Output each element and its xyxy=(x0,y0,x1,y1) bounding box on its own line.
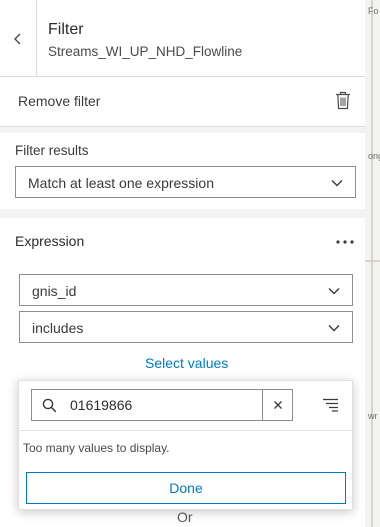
filter-results-label: Filter results xyxy=(15,143,89,158)
too-many-values-message: Too many values to display. xyxy=(23,441,170,455)
operator-select[interactable]: includes xyxy=(19,311,353,343)
close-icon xyxy=(274,401,282,409)
map-label: wr xyxy=(368,411,378,421)
match-mode-select[interactable]: Match at least one expression xyxy=(15,166,356,198)
more-options-icon[interactable] xyxy=(336,240,354,244)
back-button[interactable] xyxy=(0,0,37,76)
filter-list-icon[interactable] xyxy=(322,398,339,412)
select-values-link[interactable]: Select values xyxy=(145,355,228,371)
chevron-down-icon xyxy=(328,325,340,332)
remove-filter-row[interactable]: Remove filter xyxy=(0,77,365,127)
done-button[interactable]: Done xyxy=(26,472,346,504)
chevron-down-icon xyxy=(328,288,340,295)
popover-divider xyxy=(19,430,352,431)
filter-panel: Filter Streams_WI_UP_NHD_Flowline Remove… xyxy=(0,0,365,527)
chevron-left-icon xyxy=(14,33,21,45)
match-mode-value: Match at least one expression xyxy=(28,175,214,191)
remove-filter-label: Remove filter xyxy=(18,93,101,109)
field-select[interactable]: gnis_id xyxy=(19,274,353,306)
chevron-down-icon xyxy=(331,180,343,187)
value-search-input[interactable] xyxy=(70,395,250,415)
operator-select-value: includes xyxy=(32,320,84,336)
map-view-edge[interactable]: Fo ong wr xyxy=(365,0,380,527)
or-separator: Or xyxy=(177,509,193,525)
map-label: Fo xyxy=(368,6,379,16)
field-select-value: gnis_id xyxy=(32,283,77,299)
trash-icon[interactable] xyxy=(335,91,351,110)
panel-title: Filter xyxy=(48,21,84,38)
map-road xyxy=(365,260,380,262)
panel-header: Filter Streams_WI_UP_NHD_Flowline xyxy=(0,0,365,77)
expression-label: Expression xyxy=(15,233,85,249)
layer-name: Streams_WI_UP_NHD_Flowline xyxy=(48,44,243,59)
clear-search-button[interactable] xyxy=(262,390,292,420)
map-label: ong xyxy=(368,151,380,161)
search-icon xyxy=(42,398,57,413)
map-road xyxy=(371,0,373,527)
